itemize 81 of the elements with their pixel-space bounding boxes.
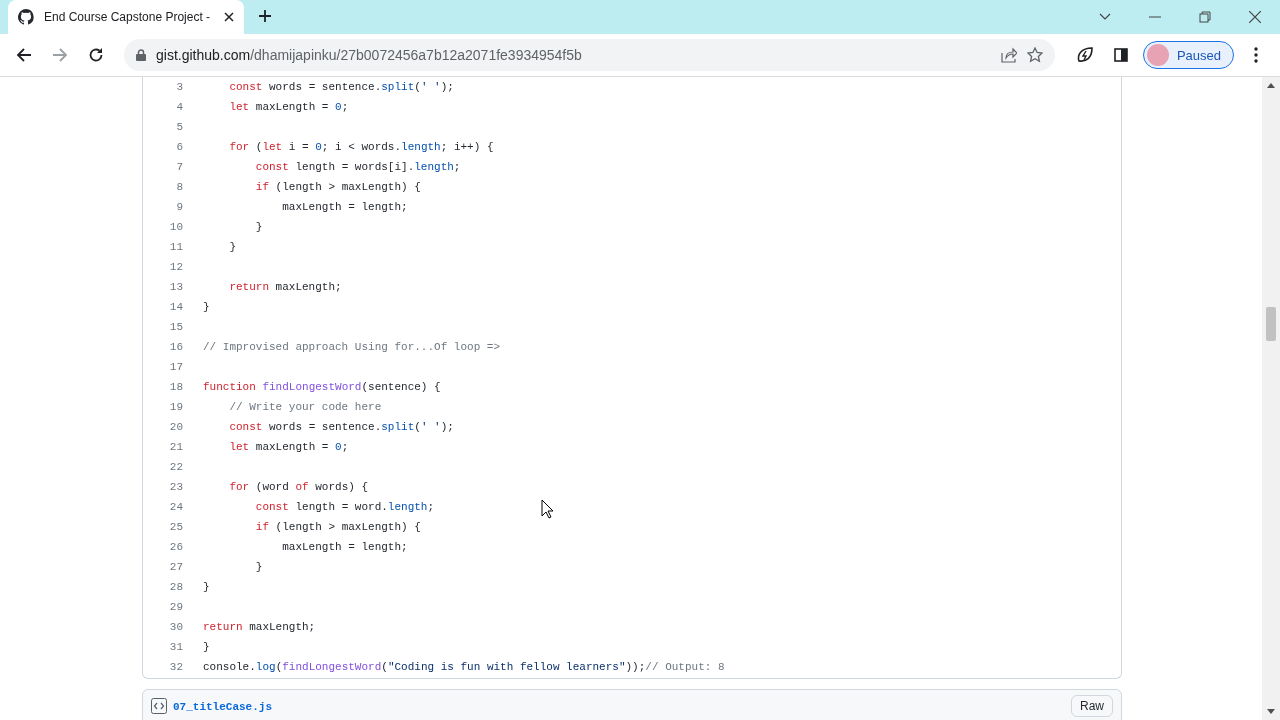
code-line: const words = sentence.split(' '); <box>228 81 454 93</box>
line-number: 27 <box>168 561 184 573</box>
github-icon <box>18 9 34 25</box>
browser-tab[interactable]: End Course Capstone Project - <box>8 0 244 34</box>
line-number: 21 <box>168 441 184 453</box>
code-line: return maxLength; <box>228 281 342 293</box>
code-file-icon <box>151 698 167 714</box>
code-line: console.log(findLongestWord("Coding is fun with fellow learners"));// Output: 8 <box>203 661 725 673</box>
side-panel-icon[interactable] <box>1113 48 1128 62</box>
file-name-link[interactable]: 07_titleCase.js <box>173 701 273 713</box>
line-number: 30 <box>168 621 184 633</box>
line-number: 12 <box>168 261 184 273</box>
line-number: 9 <box>175 201 184 213</box>
line-number: 19 <box>168 401 184 413</box>
line-number: 4 <box>175 101 184 113</box>
raw-button[interactable]: Raw <box>1071 695 1113 717</box>
line-number: 25 <box>168 521 184 533</box>
chevron-down-icon[interactable] <box>1099 13 1111 21</box>
scroll-thumb[interactable] <box>1266 307 1276 341</box>
line-number: 15 <box>168 321 184 333</box>
line-number: 7 <box>175 161 184 173</box>
code-line: } <box>254 561 263 573</box>
forward-icon[interactable] <box>52 47 68 63</box>
line-number: 20 <box>168 421 184 433</box>
code-line: // Write your code here <box>228 401 382 413</box>
code-line: } <box>228 241 236 253</box>
extension-icon[interactable] <box>1075 46 1094 64</box>
code-line: for (word of words) { <box>228 481 369 493</box>
line-number: 29 <box>168 601 184 613</box>
scroll-down-icon[interactable] <box>1267 709 1275 714</box>
address-bar[interactable]: gist.github.com/dhamijapinku/27b0072456a7b12a2071fe3934954f5b <box>124 39 1055 71</box>
code-line: let maxLength = 0; <box>228 441 349 453</box>
share-icon[interactable] <box>1000 47 1017 63</box>
code-line: } <box>203 641 210 653</box>
new-tab-icon[interactable] <box>258 9 272 23</box>
line-number: 24 <box>168 501 184 513</box>
code-line: } <box>254 221 263 233</box>
close-icon[interactable] <box>224 12 234 22</box>
code-line: if (length > maxLength) { <box>254 521 421 533</box>
scrollbar[interactable] <box>1262 77 1280 720</box>
line-number: 18 <box>168 381 184 393</box>
line-number: 6 <box>175 141 184 153</box>
line-number: 3 <box>175 81 184 93</box>
code-line: return maxLength; <box>203 621 316 633</box>
line-number: 17 <box>168 361 184 373</box>
line-number: 22 <box>168 461 184 473</box>
scroll-up-icon[interactable] <box>1267 83 1275 88</box>
line-number: 23 <box>168 481 184 493</box>
code-line: function findLongestWord(sentence) { <box>203 381 441 393</box>
code-line: const length = words[i].length; <box>254 161 461 173</box>
code-line: let maxLength = 0; <box>228 101 349 113</box>
code-line: maxLength = length; <box>281 201 408 213</box>
close-icon[interactable] <box>1249 11 1261 23</box>
profile-button[interactable]: Paused <box>1142 41 1234 69</box>
line-number: 5 <box>175 121 184 133</box>
line-number: 14 <box>168 301 184 313</box>
line-number: 10 <box>168 221 184 233</box>
star-icon[interactable] <box>1026 47 1043 63</box>
line-number: 16 <box>168 341 184 353</box>
code-line: if (length > maxLength) { <box>254 181 421 193</box>
cursor-icon <box>541 499 554 519</box>
line-number: 32 <box>168 661 184 673</box>
code-line: // Improvised approach Using for...Of loop => <box>203 341 501 353</box>
line-number: 11 <box>168 241 184 253</box>
code-line: const words = sentence.split(' '); <box>228 421 454 433</box>
line-number: 28 <box>168 581 184 593</box>
back-icon[interactable] <box>16 47 32 63</box>
code-line: for (let i = 0; i < words.length; i++) { <box>228 141 494 153</box>
lock-icon <box>136 49 146 61</box>
menu-icon[interactable] <box>1254 47 1258 63</box>
line-number: 26 <box>168 541 184 553</box>
code-line: } <box>203 581 210 593</box>
line-number: 31 <box>168 641 184 653</box>
code-line: maxLength = length; <box>281 541 408 553</box>
code-line: } <box>203 301 210 313</box>
code-line: const length = word.length; <box>254 501 435 513</box>
reload-icon[interactable] <box>88 47 104 63</box>
avatar-icon <box>1146 44 1169 66</box>
restore-icon[interactable] <box>1199 11 1211 23</box>
line-number: 13 <box>168 281 184 293</box>
line-number: 8 <box>175 181 184 193</box>
